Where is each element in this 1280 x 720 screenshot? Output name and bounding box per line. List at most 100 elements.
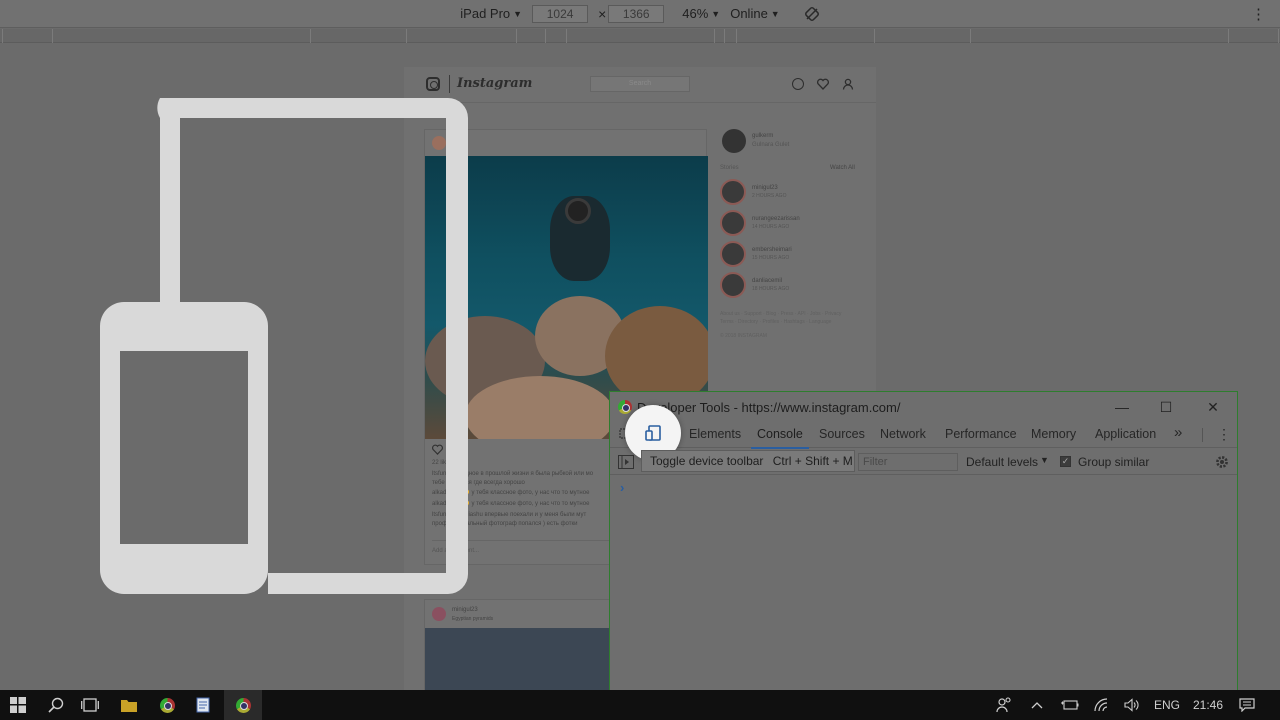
windows-icon [10,697,26,713]
people-button[interactable] [990,690,1018,720]
action-center-button[interactable] [1234,690,1260,720]
filter-input[interactable]: Filter [858,453,958,471]
profile-summary: gulkerm Gulnara Gulet [720,129,860,155]
console-prompt[interactable]: › [620,480,624,495]
network-button[interactable] [1090,690,1114,720]
copyright: © 2018 INSTAGRAM [720,333,767,339]
device-toggle-illustration-icon [100,98,468,594]
divider [1202,428,1203,442]
gear-icon[interactable] [1215,455,1229,469]
zoom-value: 46% [682,6,709,21]
divider [449,75,450,93]
zoom-select[interactable]: 46% ▼ [682,6,720,21]
profile-username[interactable]: gulkerm [752,133,773,139]
tab-elements[interactable]: Elements [689,427,741,441]
instagram-header: Instagram Search [404,67,876,103]
footer-links[interactable]: Terms · Directory · Profiles · Hashtags … [720,319,831,325]
show-hidden-icons-button[interactable] [1026,690,1048,720]
clock[interactable]: 21:46 [1188,690,1228,720]
taskbar: ENG 21:46 [0,690,1280,720]
minimize-button[interactable]: — [1112,398,1132,416]
tab-sources[interactable]: Sources [819,427,865,441]
task-view-button[interactable] [76,690,104,720]
device-name: iPad Pro [460,6,511,21]
toggle-device-tooltip: Toggle device toolbar Ctrl + Shift + M [641,450,855,472]
people-icon [996,697,1011,713]
width-input[interactable]: 1024 [532,4,589,23]
notification-icon [1239,698,1255,712]
story-time: 14 HOURS AGO [752,224,790,230]
chevron-down-icon: ▼ [770,8,780,19]
device-select[interactable]: iPad Pro ▼ [460,6,522,21]
tab-network[interactable]: Network [880,427,926,441]
notepad-taskbar-button[interactable] [188,690,218,720]
chrome-icon [235,697,251,713]
tooltip-shortcut: Ctrl + Shift + M [772,454,853,468]
tab-memory[interactable]: Memory [1031,427,1076,441]
folder-icon [121,700,137,712]
volume-button[interactable] [1120,690,1144,720]
more-options-icon[interactable]: ⋮ [1251,5,1266,23]
story-time: 15 HOURS AGO [752,255,790,261]
throttling-select[interactable]: Online ▼ [730,6,780,21]
more-tabs-button[interactable]: » [1174,424,1182,441]
story-name: embersheimari [752,247,792,253]
instagram-wordmark[interactable]: Instagram [457,76,532,91]
rotate-icon[interactable] [804,6,820,22]
chevron-down-icon: ▼ [711,8,721,19]
chrome-taskbar-button[interactable] [152,690,182,720]
story-avatar [720,179,746,205]
instagram-camera-icon[interactable] [426,77,440,91]
show-drawer-icon[interactable] [618,455,634,469]
language-indicator[interactable]: ENG [1150,690,1184,720]
story-name: danliacemil [752,278,783,284]
tab-application[interactable]: Application [1095,427,1156,441]
times-sign: × [598,5,607,22]
chevron-down-icon: ▼ [1040,455,1049,465]
explore-icon[interactable] [792,78,804,90]
wifi-icon [1094,698,1108,712]
start-button[interactable] [4,690,32,720]
toggle-device-icon[interactable] [645,425,661,441]
device-toolbar: iPad Pro ▼ 1024 × 1366 46% ▼ Online ▼ ⋮ [0,0,1280,28]
post-username[interactable]: minigul23 [452,607,478,613]
file-explorer-button[interactable] [114,690,144,720]
profile-name: Gulnara Gulet [752,142,790,148]
maximize-button[interactable]: ☐ [1156,398,1176,416]
devtools-tabbar: Elements Console Sources Network Perform… [610,422,1237,449]
devtools-titlebar[interactable]: Developer Tools - https://www.instagram.… [610,392,1237,422]
search-button[interactable] [42,690,70,720]
chrome-devtools-taskbar-button[interactable] [224,690,262,720]
console-output[interactable]: › [610,476,1237,690]
close-button[interactable]: ✕ [1203,398,1223,416]
group-similar-label: Group similar [1078,455,1150,469]
tooltip-label: Toggle device toolbar [650,454,764,468]
throttling-value: Online [730,6,768,21]
search-icon [48,697,64,713]
story-time: 18 HOURS AGO [752,286,790,292]
search-input[interactable]: Search [590,76,690,92]
story-avatar [720,210,746,236]
avatar[interactable] [432,607,446,621]
avatar[interactable] [722,129,746,153]
footer-links[interactable]: About us · Support · Blog · Press · API … [720,311,841,317]
stories-label: Stories [720,165,739,171]
heart-icon[interactable] [817,78,829,90]
watch-all-link[interactable]: Watch All [830,165,855,171]
story-avatar [720,241,746,267]
tab-console[interactable]: Console [751,427,809,449]
media-query-ruler[interactable] [0,29,1280,43]
story-name: minigul23 [752,185,778,191]
post-location[interactable]: Egyptian pyramids [452,616,493,622]
story-time: 2 HOURS AGO [752,193,787,199]
profile-icon[interactable] [842,78,854,90]
devtools-menu-button[interactable]: ⋮ [1217,426,1231,443]
height-input[interactable]: 1366 [608,4,665,23]
levels-dropdown[interactable]: Default levels [966,455,1038,469]
tab-performance[interactable]: Performance [945,427,1017,441]
group-similar-checkbox[interactable]: ✓ [1060,456,1071,467]
battery-button[interactable] [1058,690,1082,720]
chevron-down-icon: ▼ [513,8,523,19]
chrome-icon [618,400,632,414]
devtools-window: Developer Tools - https://www.instagram.… [609,391,1238,691]
